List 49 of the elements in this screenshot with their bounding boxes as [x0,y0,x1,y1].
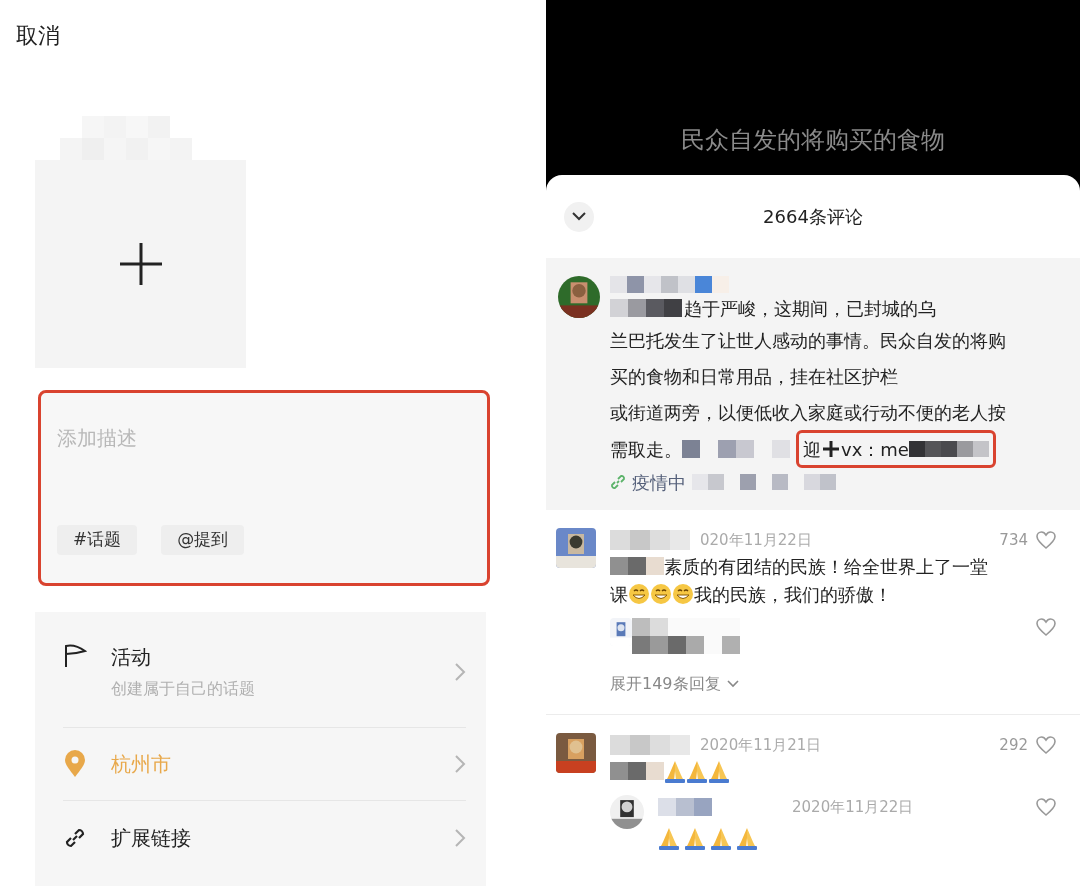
video-caption: 民众自发的将购买的食物 [681,125,945,156]
heart-icon[interactable] [1036,618,1056,636]
comment-text: 我的民族，我们的骄傲！ [694,582,892,607]
blur-mosaic [610,762,664,780]
chevron-down-icon [572,212,586,221]
collapse-button[interactable] [564,201,594,232]
heart-icon[interactable] [1036,798,1056,816]
comments-title: 2664条评论 [763,205,863,229]
blur-mosaic [658,798,712,816]
tag-chip[interactable]: #话题 [57,525,138,555]
option-title: 活动 [111,643,152,671]
grinning-emoji-icon [650,583,672,605]
comment-text: 课 [610,582,628,607]
grinning-emoji-icon [628,583,650,605]
comment-date: 2020年11月22日 [792,796,914,818]
comment-date: 2020年11月21日 [700,734,822,756]
chevron-right-icon[interactable] [454,754,466,774]
grinning-emoji-icon [672,583,694,605]
heart-icon[interactable] [1036,736,1056,754]
chevron-down-icon [726,680,739,688]
comment-text: vx：me [841,437,909,462]
topic-link[interactable]: 疫情中 [632,468,686,496]
plus-icon [118,242,163,286]
comment-text: 需取走。 [610,437,682,462]
location-pin-icon [63,750,87,778]
cancel-button[interactable]: 取消 [16,20,60,52]
like-count: 292 [999,734,1028,756]
comment-text: 买的食物和日常用品，挂在社区护栏 [610,365,899,389]
tag-chip[interactable]: @提到 [161,525,245,555]
comment-text: 或街道两旁，以便低收入家庭或行动不便的老人按 [610,401,1006,425]
link-icon [610,474,626,490]
comment-text: 兰巴托发生了让世人感动的事情。民众自发的将购 [610,329,1006,353]
blur-mosaic [610,299,682,317]
plus-icon [823,441,839,457]
comment-text: 趋于严峻，这期间，已封城的乌 [684,296,936,321]
option-title: 扩展链接 [111,824,192,852]
like-count: 734 [999,529,1028,551]
comment-text: 迎 [803,437,821,462]
option-subtitle: 创建属于自己的话题 [111,677,256,700]
expand-replies-button[interactable]: 展开149条回复 [610,672,739,696]
chevron-right-icon[interactable] [454,661,466,682]
comment-date: 020年11月22日 [700,529,812,551]
heart-icon[interactable] [1036,531,1056,549]
blur-mosaic [610,557,664,575]
chevron-right-icon[interactable] [454,827,466,848]
option-title: 杭州市 [111,751,172,778]
description-field[interactable]: 添加描述 #话题 @提到 [38,390,490,586]
comment-text: 素质的有团结的民族！给全世界上了一堂 [664,554,988,579]
flag-icon [63,644,87,668]
